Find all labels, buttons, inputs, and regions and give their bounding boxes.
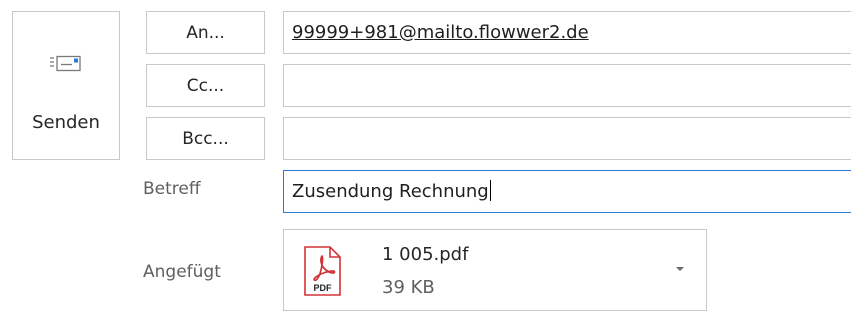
subject-label: Betreff	[143, 179, 201, 199]
attachments-label: Angefügt	[143, 262, 221, 282]
pdf-badge: PDF	[314, 283, 333, 293]
to-button[interactable]: An...	[146, 11, 265, 54]
attachment-item[interactable]: PDF 1 005.pdf 39 KB	[283, 229, 707, 311]
mail-compose-header: Senden An... 99999+981@mailto.flowwer2.d…	[0, 0, 851, 331]
bcc-button[interactable]: Bcc...	[146, 117, 265, 160]
to-recipient[interactable]: 99999+981@mailto.flowwer2.de	[292, 22, 589, 43]
send-envelope-icon	[50, 55, 81, 72]
cc-button[interactable]: Cc...	[146, 64, 265, 107]
chevron-down-icon[interactable]	[673, 264, 687, 274]
pdf-file-icon: PDF	[304, 246, 341, 296]
send-label: Senden	[32, 112, 100, 133]
send-button[interactable]: Senden	[12, 11, 120, 160]
cc-field[interactable]	[283, 64, 851, 107]
subject-field[interactable]: Zusendung Rechnung	[283, 170, 851, 213]
subject-value: Zusendung Rechnung	[292, 181, 489, 202]
to-field[interactable]: 99999+981@mailto.flowwer2.de	[283, 11, 851, 54]
attachment-size: 39 KB	[382, 277, 435, 298]
attachment-name: 1 005.pdf	[382, 244, 469, 265]
bcc-field[interactable]	[283, 117, 851, 160]
text-caret	[489, 180, 491, 201]
